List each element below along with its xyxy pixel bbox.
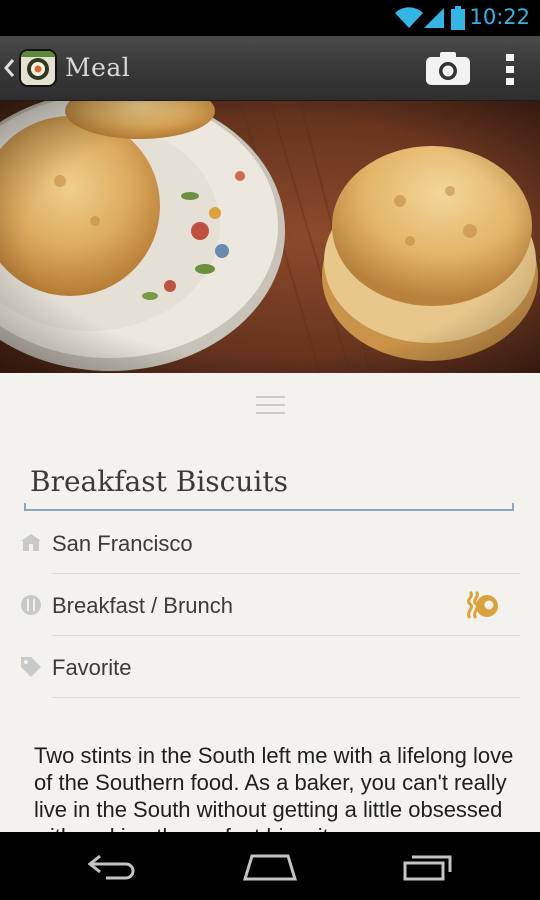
battery-icon bbox=[451, 6, 465, 30]
navigation-bar bbox=[0, 832, 540, 900]
category-row[interactable]: Breakfast / Brunch bbox=[0, 574, 540, 636]
status-bar: 10:22 bbox=[0, 0, 540, 36]
tag-row[interactable]: Favorite bbox=[0, 636, 540, 698]
tag-label: Favorite bbox=[52, 655, 132, 680]
overflow-menu-icon[interactable] bbox=[500, 50, 520, 90]
divider bbox=[52, 697, 520, 698]
location-row[interactable]: San Francisco bbox=[0, 512, 540, 574]
action-bar: Meal bbox=[0, 36, 540, 101]
utensils-plate-icon bbox=[21, 595, 41, 615]
camera-icon[interactable] bbox=[423, 48, 473, 88]
chevron-left-icon[interactable] bbox=[3, 58, 15, 78]
meal-title[interactable]: Breakfast Biscuits bbox=[30, 465, 288, 498]
meal-title-field[interactable]: Breakfast Biscuits bbox=[24, 455, 514, 511]
action-bar-title[interactable]: Meal bbox=[65, 53, 130, 82]
breakfast-category-icon[interactable] bbox=[465, 590, 499, 622]
wifi-icon bbox=[395, 7, 423, 29]
recent-apps-icon[interactable] bbox=[402, 852, 454, 882]
back-icon[interactable] bbox=[86, 852, 138, 880]
signal-icon bbox=[424, 8, 444, 28]
home-icon[interactable] bbox=[242, 852, 298, 882]
location-label: San Francisco bbox=[52, 531, 193, 556]
clock: 10:22 bbox=[469, 5, 530, 29]
tag-icon bbox=[21, 657, 41, 677]
drag-handle-icon[interactable] bbox=[256, 396, 285, 420]
location-house-icon bbox=[21, 534, 41, 551]
meal-photo[interactable] bbox=[0, 101, 540, 373]
app-logo-icon[interactable] bbox=[19, 49, 57, 87]
category-label: Breakfast / Brunch bbox=[52, 593, 233, 618]
